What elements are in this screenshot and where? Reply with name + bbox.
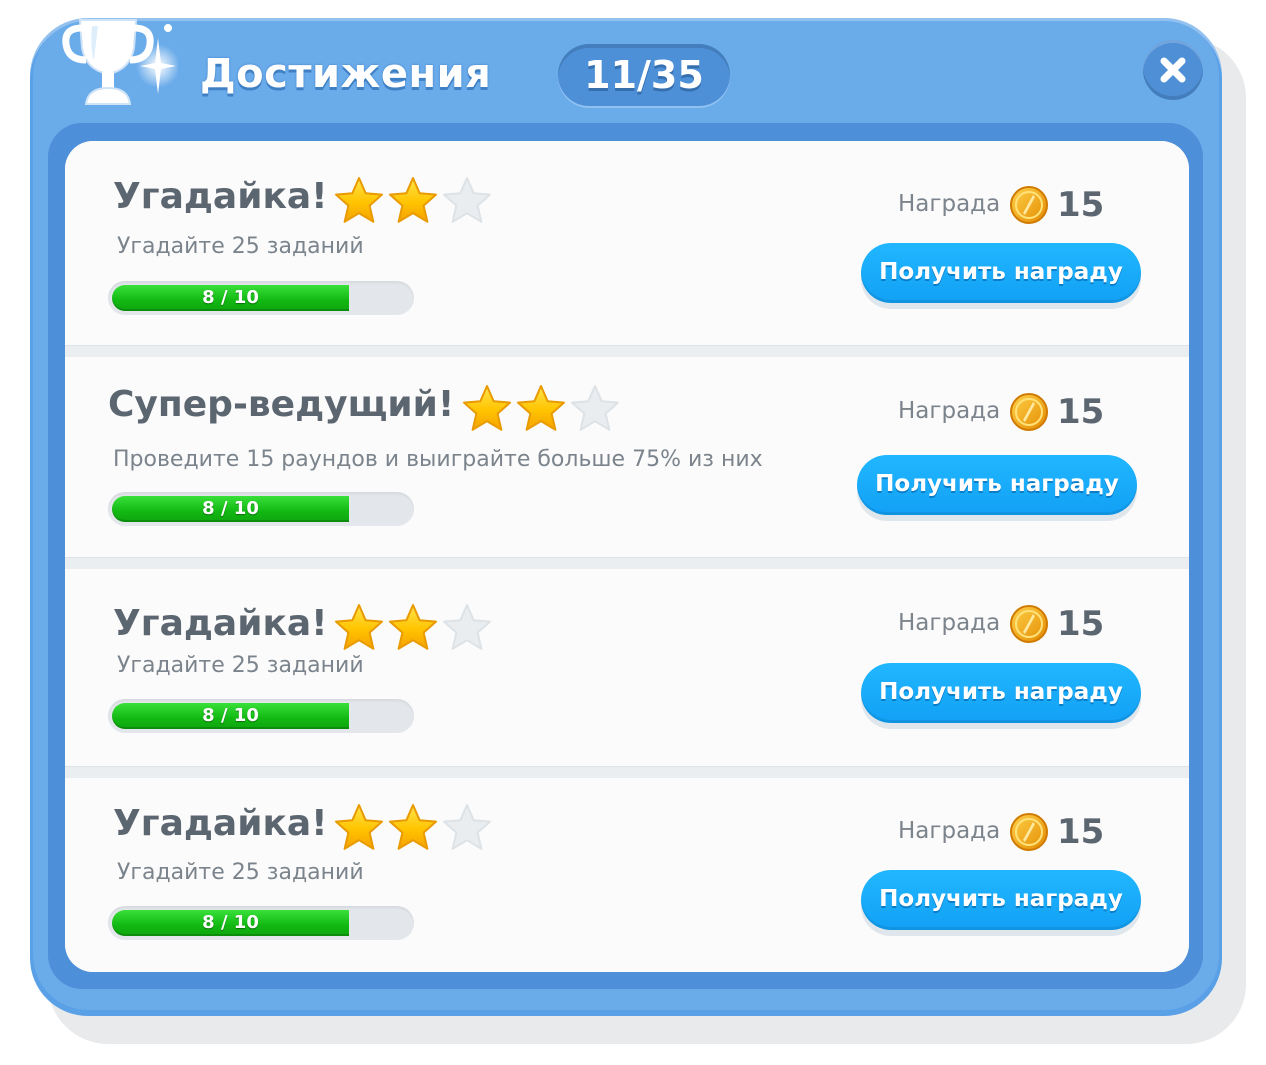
trophy-icon bbox=[62, 19, 178, 105]
claim-reward-button[interactable]: Получить награду bbox=[861, 870, 1141, 930]
claim-reward-label: Получить награду bbox=[875, 471, 1119, 497]
reward-value: 15 bbox=[1057, 392, 1105, 432]
achievement-row: Угадайка! Угадайте 25 заданий 8 / 10 Наград… bbox=[65, 778, 1189, 972]
star-empty-icon bbox=[571, 385, 619, 431]
coin-icon bbox=[1010, 186, 1048, 224]
coin-icon bbox=[1010, 605, 1048, 643]
star-filled-icon bbox=[463, 385, 511, 431]
progress-text: 8 / 10 bbox=[202, 287, 259, 308]
achievement-description: Угадайте 25 заданий bbox=[117, 860, 364, 885]
counter-text: 11/35 bbox=[584, 53, 704, 97]
star-rating bbox=[333, 602, 495, 654]
claim-reward-label: Получить награду bbox=[879, 679, 1123, 705]
star-filled-icon bbox=[389, 804, 437, 850]
progress-text: 8 / 10 bbox=[202, 705, 259, 726]
reward-value: 15 bbox=[1057, 185, 1105, 225]
claim-reward-button[interactable]: Получить награду bbox=[861, 663, 1141, 723]
star-rating bbox=[333, 175, 495, 227]
claim-reward-button[interactable]: Получить награду bbox=[861, 243, 1141, 303]
achievements-counter: 11/35 bbox=[558, 44, 730, 106]
progress-bar: 8 / 10 bbox=[108, 906, 414, 940]
claim-reward-label: Получить награду bbox=[879, 259, 1123, 285]
achievement-title: Супер-ведущий! bbox=[108, 384, 455, 425]
star-filled-icon bbox=[335, 804, 383, 850]
star-filled-icon bbox=[517, 385, 565, 431]
achievement-row: Угадайка! Угадайте 25 заданий 8 / 10 Наград… bbox=[65, 569, 1189, 766]
progress-bar: 8 / 10 bbox=[108, 699, 414, 733]
claim-reward-label: Получить награду bbox=[879, 886, 1123, 912]
achievement-description: Проведите 15 раундов и выиграйте больше … bbox=[113, 447, 763, 472]
reward-label: Награда bbox=[898, 610, 1001, 636]
star-rating bbox=[333, 802, 495, 854]
progress-bar: 8 / 10 bbox=[108, 492, 414, 526]
progress-text: 8 / 10 bbox=[202, 912, 259, 933]
reward-label: Награда bbox=[898, 818, 1001, 844]
achievement-row: Угадайка! Угадайте 25 заданий 8 / 10 Наград… bbox=[65, 141, 1189, 345]
progress-bar: 8 / 10 bbox=[108, 281, 414, 315]
star-filled-icon bbox=[335, 604, 383, 650]
achievements-list: Угадайка! Угадайте 25 заданий 8 / 10 Наград… bbox=[65, 141, 1189, 972]
reward-value: 15 bbox=[1057, 812, 1105, 852]
star-filled-icon bbox=[335, 177, 383, 223]
progress-text: 8 / 10 bbox=[202, 498, 259, 519]
claim-reward-button[interactable]: Получить награду bbox=[857, 455, 1137, 515]
star-rating bbox=[461, 383, 623, 435]
close-button[interactable] bbox=[1143, 40, 1203, 100]
reward-value: 15 bbox=[1057, 604, 1105, 644]
star-empty-icon bbox=[443, 604, 491, 650]
reward-label: Награда bbox=[898, 398, 1001, 424]
star-empty-icon bbox=[443, 804, 491, 850]
achievement-row: Супер-ведущий! Проведите 15 раундов и выи… bbox=[65, 357, 1189, 557]
star-filled-icon bbox=[389, 177, 437, 223]
reward-label: Награда bbox=[898, 191, 1001, 217]
coin-icon bbox=[1010, 393, 1048, 431]
coin-icon bbox=[1010, 813, 1048, 851]
star-empty-icon bbox=[443, 177, 491, 223]
achievement-description: Угадайте 25 заданий bbox=[117, 653, 364, 678]
close-x-icon bbox=[1160, 57, 1186, 83]
star-filled-icon bbox=[389, 604, 437, 650]
achievement-title: Угадайка! bbox=[113, 803, 328, 844]
achievement-description: Угадайте 25 заданий bbox=[117, 234, 364, 259]
achievement-title: Угадайка! bbox=[113, 176, 328, 217]
window-title: Достижения bbox=[200, 51, 492, 97]
achievement-title: Угадайка! bbox=[113, 603, 328, 644]
